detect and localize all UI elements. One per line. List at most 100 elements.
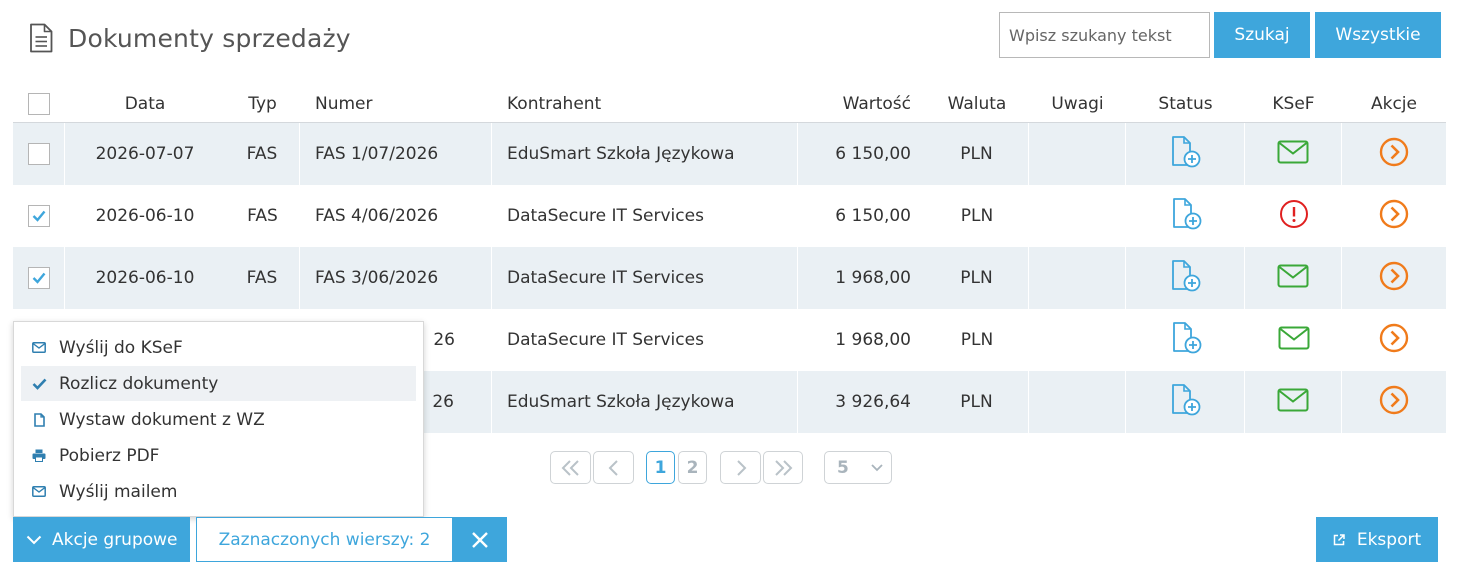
export-button[interactable]: Eksport bbox=[1316, 517, 1438, 562]
page-size-select[interactable]: 5 bbox=[824, 451, 892, 484]
column-header-ksef: KSeF bbox=[1272, 93, 1315, 114]
chevron-circle-right-icon[interactable] bbox=[1379, 199, 1409, 234]
document-icon bbox=[31, 412, 47, 428]
cell-number: FAS 3/06/2026 bbox=[300, 247, 492, 309]
external-link-icon bbox=[1333, 533, 1345, 545]
selected-rows-counter: Zaznaczonych wierszy: 2 bbox=[196, 517, 453, 562]
page-2-button[interactable]: 2 bbox=[678, 451, 707, 484]
document-status-icon[interactable] bbox=[1168, 259, 1202, 298]
cell-notes bbox=[1029, 185, 1126, 247]
cell-number: FAS 4/06/2026 bbox=[315, 206, 439, 226]
ksef-envelope-icon[interactable] bbox=[1278, 326, 1310, 355]
envelope-icon bbox=[31, 484, 47, 500]
cell-value: 3 926,64 bbox=[835, 392, 911, 412]
menu-item-download-pdf[interactable]: Pobierz PDF bbox=[21, 438, 416, 473]
cell-notes bbox=[1029, 371, 1126, 433]
column-header-value[interactable]: Wartość bbox=[798, 85, 925, 122]
row-checkbox[interactable] bbox=[28, 205, 50, 227]
first-page-button[interactable] bbox=[550, 451, 591, 484]
cell-type: FAS bbox=[225, 123, 300, 185]
cell-date: 2026-07-07 bbox=[95, 144, 195, 164]
row-checkbox[interactable] bbox=[27, 267, 50, 289]
document-status-icon[interactable] bbox=[1169, 197, 1203, 236]
cell-currency: PLN bbox=[925, 123, 1029, 185]
column-header-client[interactable]: Kontrahent bbox=[492, 85, 798, 122]
cell-value: 1 968,00 bbox=[835, 330, 911, 350]
double-chevron-left-icon bbox=[561, 459, 579, 476]
cell-notes bbox=[1029, 247, 1126, 309]
checkmark-icon bbox=[31, 376, 47, 392]
previous-page-button[interactable] bbox=[593, 451, 634, 484]
select-all-checkbox[interactable] bbox=[28, 92, 50, 115]
show-all-button[interactable]: Wszystkie bbox=[1315, 12, 1441, 58]
group-actions-button[interactable]: Akcje grupowe bbox=[13, 517, 190, 562]
search-input[interactable] bbox=[999, 12, 1210, 58]
row-checkbox[interactable] bbox=[27, 143, 50, 165]
cell-currency: PLN bbox=[925, 247, 1029, 309]
cell-value: 6 150,00 bbox=[835, 206, 911, 226]
column-header-number[interactable]: Numer bbox=[300, 85, 492, 122]
table-row[interactable]: 2026-06-10 FAS FAS 3/06/2026 DataSecure … bbox=[13, 247, 1446, 309]
menu-item-label: Wyślij do KSeF bbox=[59, 337, 183, 358]
last-page-button[interactable] bbox=[763, 451, 803, 484]
document-status-icon[interactable] bbox=[1168, 135, 1202, 174]
column-header-status: Status bbox=[1158, 93, 1213, 114]
chevron-circle-right-icon[interactable] bbox=[1379, 385, 1409, 420]
next-page-button[interactable] bbox=[720, 451, 761, 484]
cell-client: EduSmart Szkoła Językowa bbox=[492, 371, 798, 433]
cell-client: DataSecure IT Services bbox=[507, 330, 704, 350]
column-header-type[interactable]: Typ bbox=[225, 85, 300, 122]
cell-notes bbox=[1029, 123, 1126, 185]
ksef-envelope-icon[interactable] bbox=[1277, 264, 1309, 293]
document-status-icon[interactable] bbox=[1169, 321, 1203, 360]
chevron-circle-right-icon[interactable] bbox=[1379, 261, 1409, 296]
cell-type: FAS bbox=[247, 206, 278, 226]
table-row[interactable]: 2026-06-10 FAS FAS 4/06/2026 DataSecure … bbox=[13, 185, 1446, 247]
group-actions-menu: Wyślij do KSeF Rozlicz dokumenty Wystaw … bbox=[13, 321, 424, 517]
chevron-down-icon bbox=[871, 463, 883, 471]
menu-item-settle-documents[interactable]: Rozlicz dokumenty bbox=[21, 366, 416, 401]
column-header-notes[interactable]: Uwagi bbox=[1029, 85, 1126, 122]
cell-date: 2026-06-10 bbox=[95, 268, 195, 288]
table-row[interactable]: 2026-07-07 FAS FAS 1/07/2026 EduSmart Sz… bbox=[13, 123, 1446, 185]
chevron-down-icon bbox=[26, 535, 42, 544]
menu-item-label: Wystaw dokument z WZ bbox=[59, 409, 265, 430]
column-header-date[interactable]: Data bbox=[65, 85, 225, 122]
printer-icon bbox=[31, 448, 47, 464]
page-title: Dokumenty sprzedaży bbox=[68, 23, 351, 53]
ksef-error-icon[interactable] bbox=[1279, 199, 1309, 234]
page-size-value: 5 bbox=[837, 457, 849, 478]
document-status-icon[interactable] bbox=[1168, 383, 1202, 422]
search-button[interactable]: Szukaj bbox=[1214, 12, 1310, 58]
column-header-actions: Akcje bbox=[1370, 93, 1417, 114]
menu-item-issue-from-wz[interactable]: Wystaw dokument z WZ bbox=[21, 402, 416, 437]
cell-client: EduSmart Szkoła Językowa bbox=[492, 123, 798, 185]
cell-notes bbox=[1029, 309, 1126, 371]
cell-number: FAS 1/07/2026 bbox=[300, 123, 492, 185]
envelope-icon bbox=[31, 340, 47, 356]
chevron-circle-right-icon[interactable] bbox=[1379, 137, 1409, 172]
export-label: Eksport bbox=[1356, 529, 1422, 550]
cell-value: 1 968,00 bbox=[835, 268, 911, 288]
ksef-envelope-icon[interactable] bbox=[1277, 388, 1309, 417]
column-header-currency[interactable]: Waluta bbox=[925, 85, 1029, 122]
cell-currency: PLN bbox=[960, 206, 994, 226]
close-icon bbox=[472, 531, 488, 548]
chevron-right-icon bbox=[736, 459, 746, 476]
cell-currency: PLN bbox=[925, 371, 1029, 433]
cell-client: DataSecure IT Services bbox=[507, 206, 704, 226]
group-actions-label: Akcje grupowe bbox=[52, 529, 178, 550]
page-1-button[interactable]: 1 bbox=[646, 451, 675, 484]
table-header-row: Data Typ Numer Kontrahent Wartość Waluta… bbox=[13, 85, 1446, 123]
menu-item-send-ksef[interactable]: Wyślij do KSeF bbox=[21, 330, 416, 365]
double-chevron-right-icon bbox=[775, 459, 793, 476]
chevron-circle-right-icon[interactable] bbox=[1379, 323, 1409, 358]
menu-item-label: Rozlicz dokumenty bbox=[59, 373, 219, 394]
document-icon bbox=[30, 23, 53, 53]
cell-value: 6 150,00 bbox=[835, 144, 911, 164]
ksef-envelope-icon[interactable] bbox=[1277, 140, 1309, 169]
clear-selection-button[interactable] bbox=[453, 517, 507, 562]
cell-date: 2026-06-10 bbox=[95, 206, 195, 226]
menu-item-send-email[interactable]: Wyślij mailem bbox=[21, 474, 416, 509]
menu-item-label: Pobierz PDF bbox=[59, 445, 160, 466]
